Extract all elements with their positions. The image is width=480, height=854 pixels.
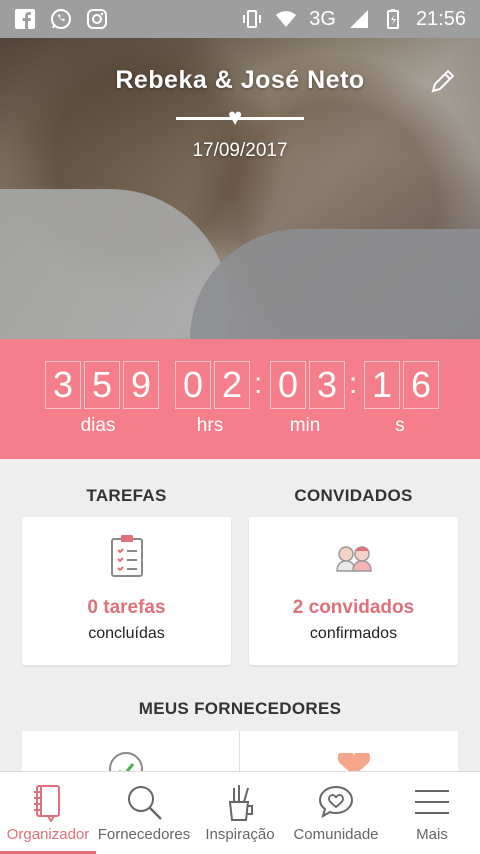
seconds-digits: 1 6 — [364, 361, 442, 409]
providers-title: MEUS FORNECEDORES — [138, 699, 342, 718]
tasks-title: TAREFAS — [86, 486, 167, 505]
nav-organizador[interactable]: Organizador — [0, 772, 96, 854]
guests-count: 2 convidados — [292, 597, 415, 618]
digit: 2 — [214, 361, 250, 409]
tasks-subtitle: concluídas — [88, 625, 165, 642]
bottom-navigation: Organizador Fornecedores Inspiração Comu… — [0, 771, 480, 854]
nav-label: Mais — [416, 826, 448, 843]
nav-label: Inspiração — [205, 826, 275, 843]
clipboard-icon — [110, 535, 143, 577]
seconds-label: s — [395, 415, 405, 436]
facebook-icon — [15, 9, 35, 29]
vibrate-icon — [243, 10, 262, 28]
wifi-icon — [276, 11, 297, 27]
digit: 3 — [309, 361, 345, 409]
nav-inspiracao[interactable]: Inspiração — [192, 772, 288, 854]
chat-heart-icon — [318, 785, 354, 819]
status-bar: 3G 21:56 — [0, 0, 480, 38]
heart-icon: ♥ — [228, 104, 243, 131]
days-label: dias — [80, 415, 116, 436]
guests-title: CONVIDADOS — [294, 486, 413, 505]
search-icon — [128, 786, 162, 820]
digit: 9 — [123, 361, 159, 409]
divider-heart: ♥ — [176, 106, 304, 132]
notebook-icon — [34, 785, 60, 822]
nav-fornecedores[interactable]: Fornecedores — [96, 772, 192, 854]
nav-comunidade[interactable]: Comunidade — [288, 772, 384, 854]
clock: 21:56 — [415, 7, 466, 30]
guests-card[interactable]: 2 convidados confirmados — [249, 517, 458, 665]
network-type: 3G — [309, 7, 336, 30]
whatsapp-icon — [51, 9, 71, 29]
days-digits: 3 5 9 — [45, 361, 162, 409]
tasks-card[interactable]: 0 tarefas concluídas — [22, 517, 231, 665]
nav-label: Fornecedores — [97, 826, 191, 843]
guests-icon — [335, 546, 372, 572]
digit: 3 — [45, 361, 81, 409]
countdown: 3 5 9 0 2 : 0 3 : 1 6 dias hrs min s — [0, 339, 480, 459]
providers-card[interactable] — [22, 731, 458, 775]
nav-mais[interactable]: Mais — [384, 772, 480, 854]
guests-subtitle: confirmados — [309, 625, 398, 642]
digit: 0 — [175, 361, 211, 409]
digit: 0 — [270, 361, 306, 409]
hours-label: hrs — [196, 415, 224, 436]
couple-names: Rebeka & José Neto — [115, 66, 365, 94]
signal-icon — [349, 10, 368, 28]
nav-label: Organizador — [6, 826, 90, 843]
digit: 5 — [84, 361, 120, 409]
couple-photo-header: Rebeka & José Neto ♥ 17/09/2017 — [0, 38, 480, 339]
instagram-icon — [87, 9, 107, 29]
digit: 1 — [364, 361, 400, 409]
edit-pencil-icon[interactable] — [428, 66, 458, 96]
tasks-count: 0 tarefas — [87, 597, 166, 618]
digit: 6 — [403, 361, 439, 409]
wedding-date: 17/09/2017 — [192, 140, 288, 161]
battery-icon — [386, 9, 399, 29]
minutes-digits: 0 3 — [270, 361, 348, 409]
hours-digits: 0 2 — [175, 361, 253, 409]
minutes-label: min — [289, 415, 321, 436]
pencil-cup-icon — [228, 785, 253, 821]
menu-icon — [415, 790, 449, 814]
nav-label: Comunidade — [293, 826, 379, 843]
